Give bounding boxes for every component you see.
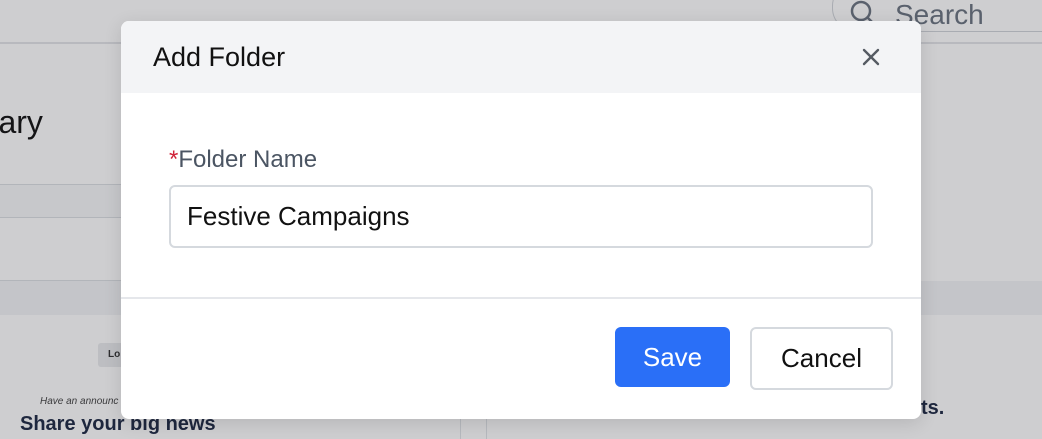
folder-name-label-text: Folder Name (178, 146, 318, 173)
close-icon (862, 48, 880, 66)
add-folder-dialog: Add Folder *Folder Name Save Cancel (121, 21, 921, 419)
dialog-header: Add Folder (121, 21, 921, 93)
dialog-title: Add Folder (153, 42, 286, 72)
cancel-button[interactable]: Cancel (750, 327, 893, 390)
required-marker: * (169, 146, 179, 173)
close-button[interactable] (855, 41, 887, 73)
folder-name-label: *Folder Name (169, 145, 317, 175)
page: Search brary Lo Have an announc Share yo… (0, 0, 1042, 439)
footer-divider (121, 297, 921, 299)
folder-name-input[interactable] (169, 185, 873, 248)
save-button[interactable]: Save (615, 327, 730, 387)
